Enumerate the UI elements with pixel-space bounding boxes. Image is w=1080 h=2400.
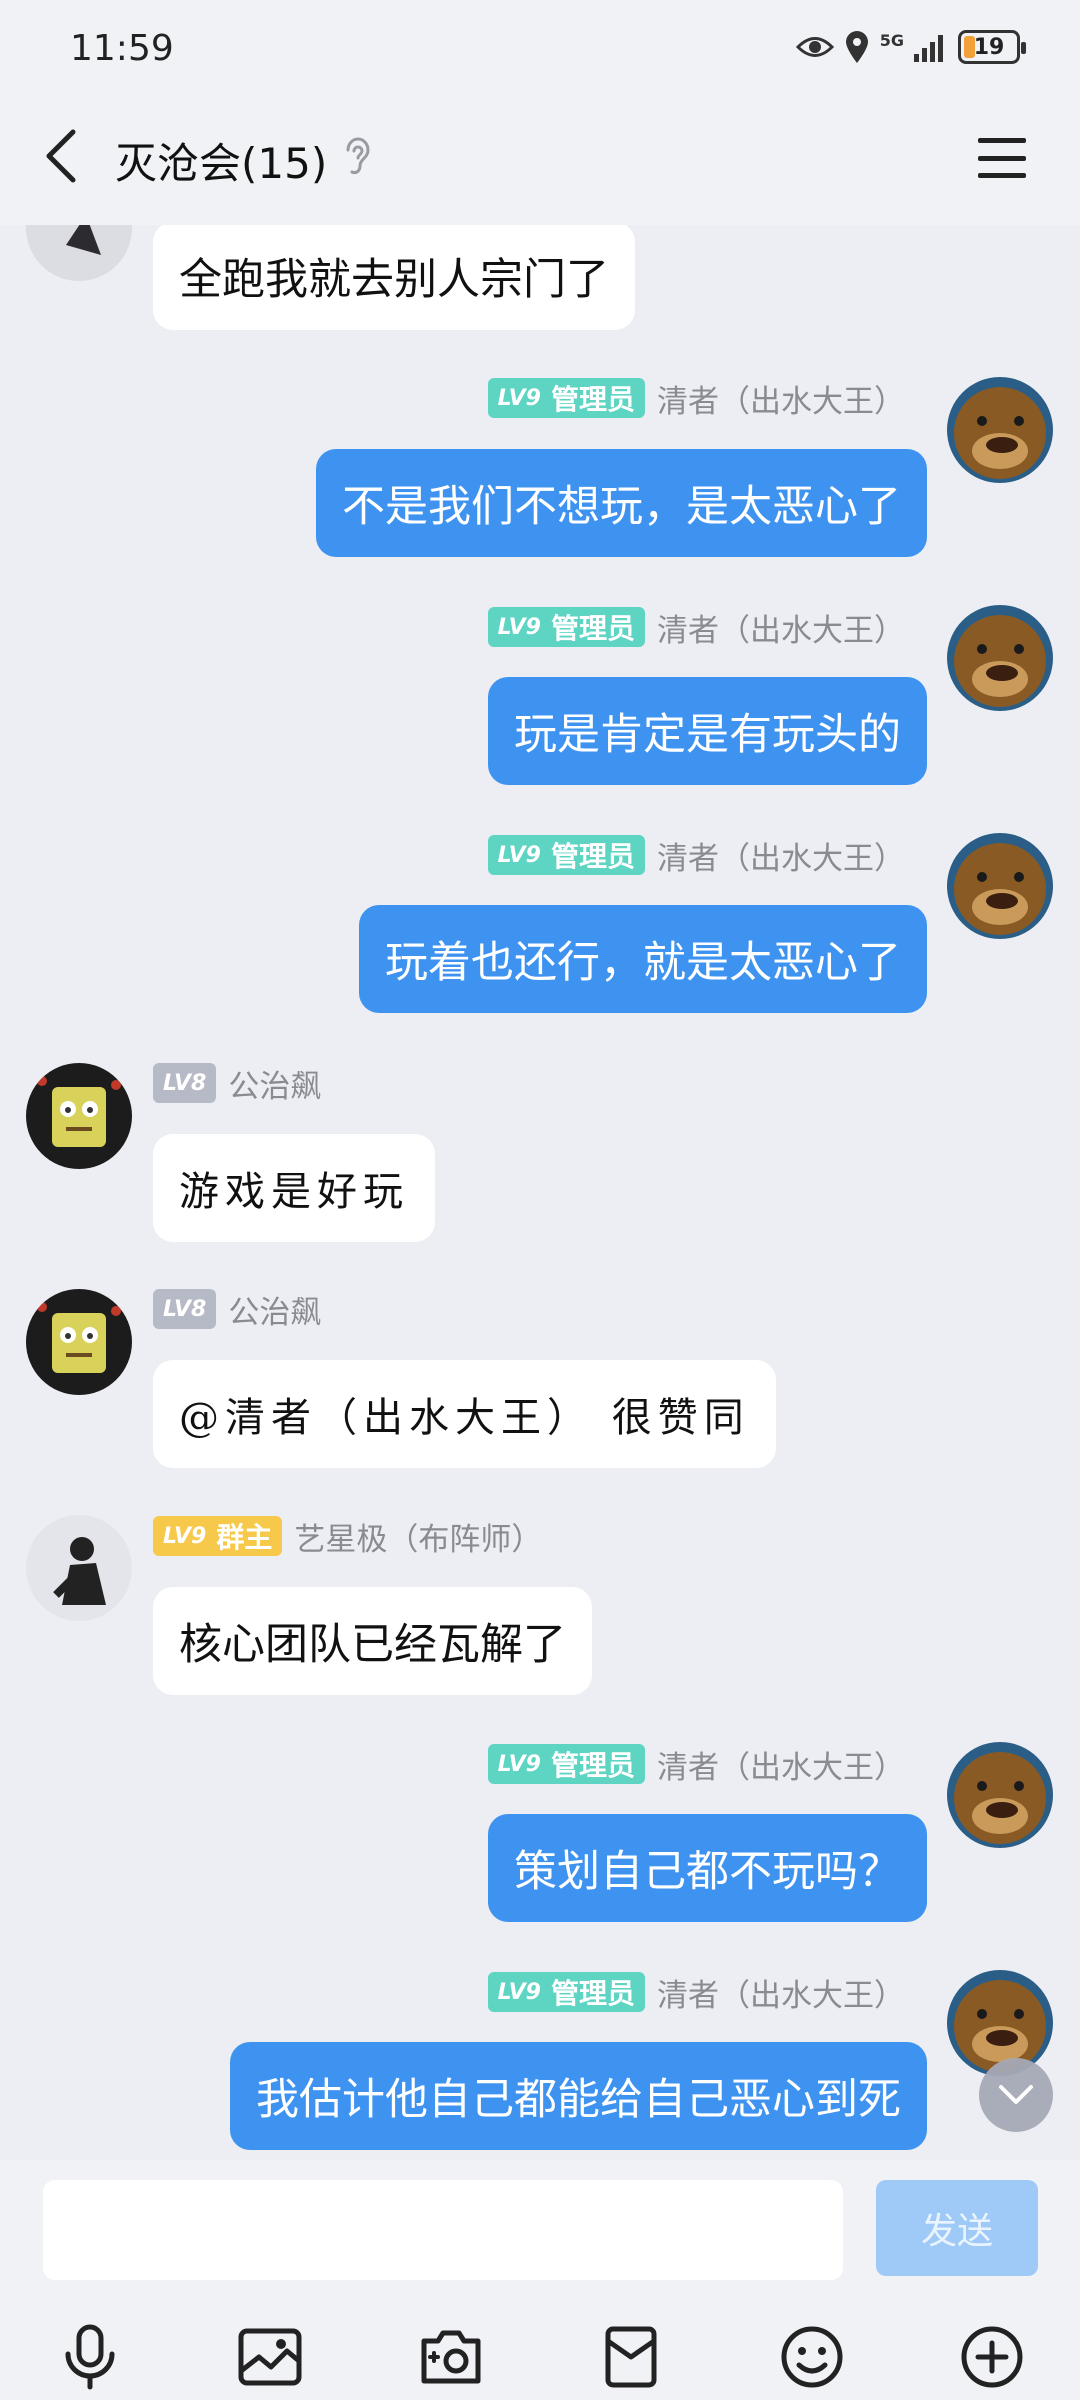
eye-icon xyxy=(795,37,834,57)
message-meta: LV9 管理员 清者（出水大王） xyxy=(487,833,905,878)
message-input[interactable] xyxy=(43,2180,843,2280)
admin-badge: LV9 管理员 xyxy=(487,835,645,875)
image-button[interactable] xyxy=(233,2320,307,2394)
sender-avatar[interactable] xyxy=(26,1515,132,1621)
microphone-icon xyxy=(65,2324,115,2390)
message-bubble[interactable]: 玩着也还行，就是太恶心了 xyxy=(359,905,927,1013)
message-bubble[interactable]: 游戏是好玩 xyxy=(153,1134,435,1242)
group-title[interactable]: 灭沧会(15) xyxy=(115,130,327,191)
message-bubble[interactable]: @清者（出水大王） 很赞同 xyxy=(153,1360,776,1468)
message-meta: LV8 公治飙 xyxy=(153,1287,321,1332)
sender-name[interactable]: 清者（出水大王） xyxy=(657,376,905,421)
message-meta: LV9 管理员 清者（出水大王） xyxy=(487,376,905,421)
ear-icon[interactable] xyxy=(342,134,372,176)
red-packet-icon xyxy=(605,2326,657,2388)
sender-avatar[interactable] xyxy=(26,1063,132,1169)
message-bubble[interactable]: 我估计他自己都能给自己恶心到死 xyxy=(230,2042,927,2150)
message-bubble[interactable]: 核心团队已经瓦解了 xyxy=(153,1587,592,1695)
owner-badge: LV9 群主 xyxy=(153,1516,283,1556)
camera-button[interactable] xyxy=(414,2320,488,2394)
send-button[interactable]: 发送 xyxy=(876,2180,1038,2276)
chat-header: 灭沧会(15) xyxy=(0,100,1080,225)
back-button[interactable] xyxy=(30,124,90,188)
location-icon xyxy=(845,31,868,63)
message-meta: LV9 群主 艺星极（布阵师） xyxy=(153,1514,542,1559)
message-meta: LV9 管理员 清者（出水大王） xyxy=(487,1970,905,2015)
admin-badge: LV9 管理员 xyxy=(487,1972,645,2012)
sender-name[interactable]: 艺星极（布阵师） xyxy=(294,1514,542,1559)
status-bar: 11:59 5G 19 xyxy=(0,0,1080,100)
message-list[interactable]: 全跑我就去别人宗门了 LV9 管理员 清者（出水大王） 不是我们不想玩，是太恶心了… xyxy=(0,225,1080,2160)
plus-icon xyxy=(961,2326,1023,2388)
admin-badge: LV9 管理员 xyxy=(487,1744,645,1784)
menu-icon xyxy=(978,138,1026,143)
admin-badge: LV9 管理员 xyxy=(487,378,645,418)
emoji-button[interactable] xyxy=(775,2320,849,2394)
network-type: 5G xyxy=(879,30,904,50)
message-bubble[interactable]: 全跑我就去别人宗门了 xyxy=(153,225,635,330)
message-meta: LV9 管理员 清者（出水大王） xyxy=(487,1742,905,1787)
sender-avatar[interactable] xyxy=(947,377,1053,483)
sender-avatar[interactable] xyxy=(26,1289,132,1395)
message-bubble[interactable]: 玩是肯定是有玩头的 xyxy=(488,677,927,785)
level-badge: LV8 xyxy=(153,1063,217,1103)
sender-name[interactable]: 公治飙 xyxy=(228,1287,321,1332)
chevron-down-icon xyxy=(999,2085,1033,2104)
level-badge: LV8 xyxy=(153,1289,217,1329)
menu-button[interactable] xyxy=(974,130,1030,186)
scroll-to-bottom-button[interactable] xyxy=(979,2058,1053,2132)
input-bar: 发送 xyxy=(0,2160,1080,2400)
emoji-icon xyxy=(781,2326,843,2388)
status-icons: 5G 19 xyxy=(795,30,1026,64)
image-icon xyxy=(238,2328,302,2386)
message-bubble[interactable]: 不是我们不想玩，是太恶心了 xyxy=(316,449,927,557)
message-meta: LV9 管理员 清者（出水大王） xyxy=(487,605,905,650)
battery-icon: 19 xyxy=(958,30,1026,64)
sender-avatar[interactable] xyxy=(947,1970,1053,2076)
voice-button[interactable] xyxy=(53,2320,127,2394)
red-packet-button[interactable] xyxy=(594,2320,668,2394)
sender-name[interactable]: 清者（出水大王） xyxy=(657,833,905,878)
battery-level: 19 xyxy=(973,34,1005,60)
sender-avatar[interactable] xyxy=(947,1742,1053,1848)
sender-name[interactable]: 公治飙 xyxy=(228,1061,321,1106)
message-meta: LV8 公治飙 xyxy=(153,1061,321,1106)
admin-badge: LV9 管理员 xyxy=(487,607,645,647)
sender-avatar[interactable] xyxy=(26,225,132,281)
status-time: 11:59 xyxy=(70,28,174,69)
sender-avatar[interactable] xyxy=(947,833,1053,939)
signal-icon xyxy=(914,35,943,62)
camera-icon xyxy=(421,2330,481,2384)
sender-avatar[interactable] xyxy=(947,605,1053,711)
sender-name[interactable]: 清者（出水大王） xyxy=(657,1970,905,2015)
message-bubble[interactable]: 策划自己都不玩吗？ xyxy=(488,1814,927,1922)
sender-name[interactable]: 清者（出水大王） xyxy=(657,605,905,650)
sender-name[interactable]: 清者（出水大王） xyxy=(657,1742,905,1787)
more-button[interactable] xyxy=(955,2320,1029,2394)
back-arrow-icon xyxy=(46,129,76,183)
